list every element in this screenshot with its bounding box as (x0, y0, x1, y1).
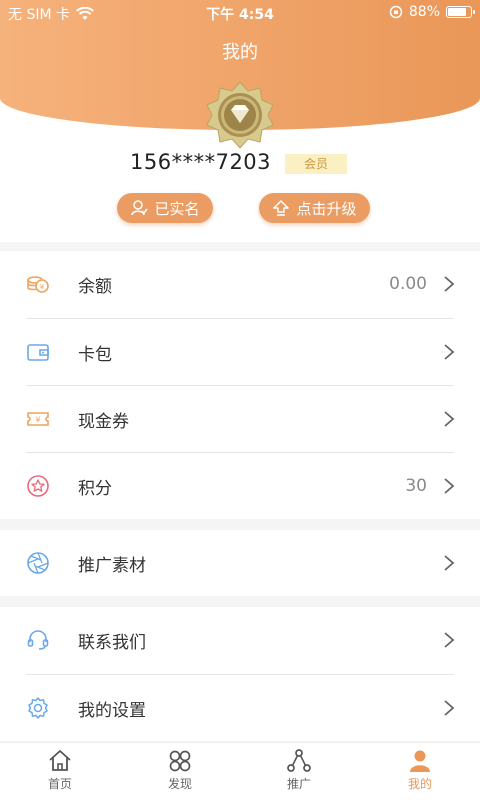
cash-coupon-label: 现金券 (78, 411, 129, 432)
coupon-icon: ¥ (27, 412, 49, 426)
coins-icon: ¥ (27, 276, 49, 293)
menu-item-points[interactable]: 积分 30 (0, 453, 480, 519)
tab-mine[interactable]: 我的 (380, 749, 460, 792)
menu-item-cash-coupon[interactable]: ¥ 现金券 (0, 386, 480, 452)
gear-icon (28, 697, 48, 719)
chevron-right-icon (444, 276, 455, 292)
member-medal-icon (206, 81, 274, 149)
menu-item-promo-material[interactable]: 推广素材 (0, 530, 480, 596)
aperture-icon (27, 552, 49, 574)
battery-percent: 88% (408, 4, 440, 20)
menu-item-balance[interactable]: ¥ 余额 0.00 (0, 251, 480, 317)
battery-level (448, 8, 467, 16)
chevron-right-icon (444, 632, 455, 648)
verified-button[interactable]: 已实名 (117, 193, 213, 223)
wallet-menu-card: ¥ 余额 0.00 卡包 ¥ 现金券 积分 30 (0, 251, 480, 519)
member-badge: 会员 (285, 154, 347, 174)
points-value: 30 (405, 476, 427, 496)
headset-icon (27, 630, 49, 650)
support-menu-card: 联系我们 我的设置 (0, 607, 480, 741)
chevron-right-icon (444, 700, 455, 716)
tab-promote[interactable]: 推广 (259, 749, 339, 792)
user-phone: 156****7203 (130, 150, 272, 174)
page-title: 我的 (222, 42, 258, 63)
user-icon (131, 200, 149, 216)
person-icon (410, 750, 430, 772)
svg-text:¥: ¥ (40, 283, 45, 291)
upgrade-button[interactable]: 点击升级 (259, 193, 370, 223)
points-label: 积分 (78, 478, 112, 499)
card-wallet-label: 卡包 (78, 344, 112, 365)
battery-icon (446, 6, 475, 18)
share-icon (287, 749, 311, 772)
settings-label: 我的设置 (78, 700, 146, 721)
tab-home-label: 首页 (47, 777, 72, 791)
tab-discover-label: 发现 (167, 777, 192, 791)
upgrade-label: 点击升级 (296, 199, 357, 218)
chevron-right-icon (444, 344, 455, 360)
contact-us-label: 联系我们 (78, 632, 146, 653)
balance-label: 余额 (78, 276, 112, 297)
bottom-tab-bar: 首页 发现 推广 我的 (0, 742, 480, 800)
chevron-right-icon (444, 478, 455, 494)
promo-material-label: 推广素材 (78, 555, 146, 576)
star-icon (27, 475, 49, 497)
tab-home[interactable]: 首页 (20, 749, 100, 792)
balance-value: 0.00 (389, 274, 427, 294)
orientation-lock-icon (389, 5, 403, 19)
tab-discover[interactable]: 发现 (140, 749, 220, 792)
promo-menu-card: 推广素材 (0, 530, 480, 596)
menu-item-card-wallet[interactable]: 卡包 (0, 319, 480, 385)
chevron-right-icon (444, 555, 455, 571)
status-bar: 无 SIM 卡 下午 4:54 88% (0, 0, 480, 24)
tab-mine-label: 我的 (407, 777, 432, 791)
discover-grid-icon (169, 750, 191, 772)
wallet-icon (27, 344, 49, 361)
verified-label: 已实名 (154, 199, 200, 218)
chevron-right-icon (444, 411, 455, 427)
menu-item-contact-us[interactable]: 联系我们 (0, 607, 480, 673)
svg-text:¥: ¥ (35, 416, 40, 425)
tab-promote-label: 推广 (286, 777, 311, 791)
home-icon (49, 750, 71, 771)
menu-item-settings[interactable]: 我的设置 (0, 675, 480, 741)
upload-arrow-icon (273, 200, 290, 216)
